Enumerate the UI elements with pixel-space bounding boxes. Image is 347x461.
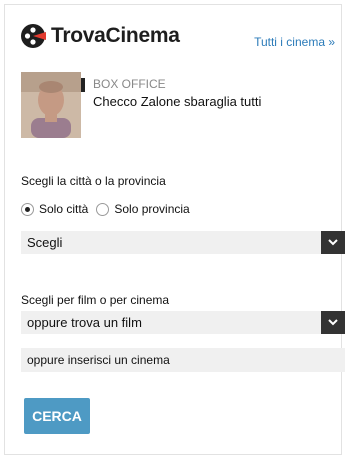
- header: TrovaCinema Tutti i cinema »: [13, 23, 337, 57]
- cerca-button[interactable]: CERCA: [24, 398, 90, 434]
- news-kicker: BOX OFFICE: [93, 77, 166, 91]
- radio-solo-provincia[interactable]: Solo provincia: [96, 202, 190, 216]
- trovacinema-logo[interactable]: TrovaCinema: [19, 23, 180, 49]
- news-thumbnail[interactable]: [21, 72, 81, 138]
- film-select-value: oppure trova un film: [27, 315, 142, 330]
- film-reel-icon: [19, 23, 47, 49]
- thumbnail-marker: [81, 78, 85, 92]
- cinema-input[interactable]: [21, 348, 345, 372]
- logo-text: TrovaCinema: [51, 24, 180, 47]
- chevron-down-icon[interactable]: [321, 231, 345, 254]
- news-item[interactable]: BOX OFFICE Checco Zalone sbaraglia tutti: [21, 72, 331, 138]
- search-label: Scegli per film o per cinema: [21, 293, 170, 307]
- radio-label: Solo città: [39, 202, 89, 216]
- location-label: Scegli la città o la provincia: [21, 174, 166, 188]
- all-cinemas-link[interactable]: Tutti i cinema »: [254, 35, 335, 49]
- radio-button[interactable]: [96, 202, 110, 216]
- trovacinema-widget: TrovaCinema Tutti i cinema » BOX OFFICE …: [4, 4, 345, 455]
- news-title[interactable]: Checco Zalone sbaraglia tutti: [93, 94, 261, 109]
- film-select[interactable]: oppure trova un film: [21, 311, 345, 334]
- radio-button-checked[interactable]: [21, 202, 34, 216]
- city-select[interactable]: Scegli: [21, 231, 345, 254]
- radio-label: Solo provincia: [114, 202, 190, 216]
- radio-solo-citta[interactable]: Solo città: [21, 202, 88, 216]
- city-select-value: Scegli: [27, 235, 63, 250]
- chevron-down-icon[interactable]: [321, 311, 345, 334]
- location-radio-group: Solo città Solo provincia: [21, 202, 198, 216]
